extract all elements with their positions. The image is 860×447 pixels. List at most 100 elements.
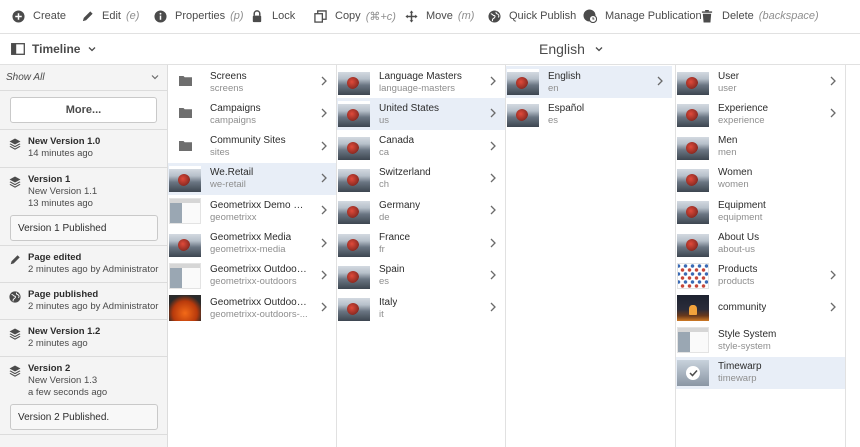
item-title: User [718, 70, 740, 82]
timeline-entry-detail: 13 minutes ago [28, 197, 93, 209]
item-title: Geometrixx Media [210, 232, 292, 243]
thumbnail [338, 295, 370, 322]
timeline-entry-title: Version 2 [28, 363, 71, 374]
item-title: Women [718, 167, 753, 179]
column-item[interactable]: Geometrixx Outdoors ... geometrixx-outdoo… [168, 260, 336, 292]
item-title: Switzerland [379, 167, 431, 179]
folder-icon [178, 105, 192, 123]
column-item[interactable]: Screens screens [168, 66, 336, 98]
column-item[interactable]: Spain es [337, 260, 505, 292]
thumbnail [169, 230, 201, 257]
timeline-entry-title: Page edited [28, 252, 82, 263]
thumbnail [677, 262, 709, 289]
item-title: Italy [379, 296, 398, 308]
column-item[interactable]: User user [676, 66, 845, 98]
chevron-right-icon [321, 302, 327, 312]
thumbnail [338, 230, 370, 257]
delete-button[interactable]: Delete (backspace) [700, 9, 819, 23]
column-item[interactable]: Community Sites sites [168, 131, 336, 163]
globe-icon [9, 291, 21, 303]
chevron-down-icon [595, 46, 603, 52]
thumbnail [338, 262, 370, 289]
move-button[interactable]: Move (m) [404, 9, 474, 23]
trash-icon [700, 9, 714, 23]
item-name: es [379, 276, 390, 288]
more-container: More... [0, 91, 167, 130]
column-item[interactable]: United States us [337, 98, 505, 131]
copy-button[interactable]: Copy (⌘+c) [313, 9, 396, 23]
timeline-entry[interactable]: Page published 2 minutes ago by Administr… [0, 283, 167, 320]
column-item[interactable]: Equipment equipment [676, 195, 845, 227]
quick-publish-button[interactable]: Quick Publish [487, 9, 576, 23]
item-name: de [379, 211, 390, 223]
chevron-right-icon [321, 141, 327, 151]
chevron-right-icon [321, 173, 327, 183]
lock-button[interactable]: Lock [250, 9, 295, 23]
column-item[interactable]: Language Masters language-masters [337, 66, 505, 98]
rail-label: Timeline [32, 42, 81, 56]
manage-publication-button[interactable]: Manage Publication [583, 9, 702, 23]
column-item[interactable]: community [676, 292, 845, 324]
column-item[interactable]: Women women [676, 163, 845, 195]
plus-circle-icon [11, 9, 25, 23]
item-name: timewarp [718, 373, 757, 385]
thumbnail [677, 165, 709, 192]
column-item[interactable]: France fr [337, 228, 505, 260]
more-button[interactable]: More... [10, 97, 157, 123]
item-name: about-us [718, 244, 755, 255]
thumbnail [169, 262, 201, 289]
column-item[interactable]: English en [506, 66, 672, 98]
timeline-entry[interactable]: New Version 1.2 2 minutes ago [0, 320, 167, 357]
timeline-entry-detail: 14 minutes ago [28, 148, 93, 159]
column-item[interactable]: Geometrixx Outdoors ... geometrixx-outdoo… [168, 292, 336, 324]
column-item[interactable]: Men men [676, 131, 845, 163]
timeline-entry[interactable]: New Version 1.0 14 minutes ago [0, 130, 167, 168]
timeline-rail: Show All More... New Version 1.0 14 minut… [0, 65, 168, 447]
column-item[interactable]: Canada ca [337, 131, 505, 163]
item-title: Campaigns [210, 102, 261, 114]
item-name: men [718, 147, 737, 159]
column-item[interactable]: About Us about-us [676, 228, 845, 260]
item-title: About Us [718, 232, 760, 243]
column-item[interactable]: Germany de [337, 195, 505, 227]
create-button[interactable]: Create [11, 9, 66, 23]
layers-icon [9, 138, 21, 150]
chevron-right-icon [490, 270, 496, 280]
column-item[interactable]: Style System style-system [676, 324, 845, 356]
timeline-filter-select[interactable]: Show All [0, 65, 167, 91]
timeline-entry-detail: New Version 1.1 [28, 186, 98, 197]
chevron-right-icon [830, 302, 836, 312]
item-title: United States [379, 102, 440, 114]
thumbnail [338, 198, 370, 225]
column-item[interactable]: Geometrixx Demo Site geometrixx [168, 195, 336, 227]
timeline-entry[interactable]: Version 2 New Version 1.3 a few seconds ag… [0, 357, 167, 435]
timeline-entry-title: New Version 1.2 [28, 326, 101, 337]
timeline-entry[interactable]: Page edited 2 minutes ago by Administrato… [0, 246, 167, 283]
column-item[interactable]: Campaigns campaigns [168, 98, 336, 130]
column-item[interactable]: Timewarp timewarp [676, 356, 845, 389]
chevron-right-icon [830, 108, 836, 118]
item-title: Geometrixx Outdoors ... [210, 264, 310, 276]
timeline-entry-detail: 2 minutes ago by Administrator [28, 264, 159, 275]
thumbnail [677, 198, 709, 225]
column-item[interactable]: Italy it [337, 292, 505, 324]
chevron-right-icon [830, 270, 836, 280]
column-item[interactable]: We.Retail we-retail [168, 162, 336, 195]
column-item[interactable]: Español es [506, 98, 672, 130]
column-item[interactable]: Experience experience [676, 98, 845, 130]
column-item[interactable]: Geometrixx Media geometrixx-media [168, 228, 336, 260]
timeline-entry[interactable]: Version 1 New Version 1.1 13 minutes ago Ve… [0, 168, 167, 246]
column-en: User user Experience experience Men men Women w… [676, 65, 846, 447]
rail-toggle[interactable]: Timeline [11, 42, 96, 56]
folder-icon [178, 73, 192, 91]
properties-button[interactable]: Properties (p) [153, 9, 244, 23]
item-title: Germany [379, 199, 421, 211]
column-item[interactable]: Products products [676, 260, 845, 292]
lock-icon [250, 9, 264, 23]
column-item[interactable]: Switzerland ch [337, 163, 505, 195]
edit-button[interactable]: Edit (e) [80, 9, 139, 23]
thumbnail [338, 133, 370, 160]
column-we-retail: Language Masters language-masters United S… [337, 65, 506, 447]
sidebar-icon [11, 43, 25, 55]
page-title[interactable]: English [539, 41, 603, 57]
